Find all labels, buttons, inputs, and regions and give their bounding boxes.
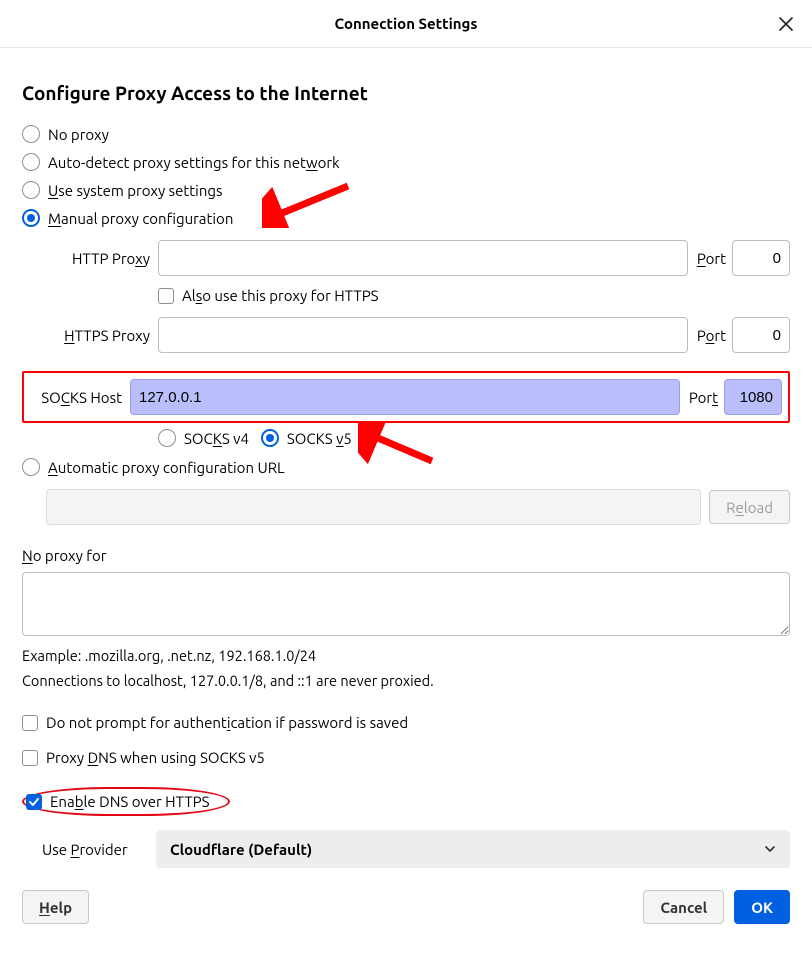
connection-settings-dialog: Connection Settings Configure Proxy Acce… <box>0 0 812 954</box>
example-text: Example: .mozilla.org, .net.nz, 192.168.… <box>22 647 790 664</box>
http-proxy-host-input[interactable] <box>158 240 688 276</box>
checkbox-no-prompt[interactable]: Do not prompt for authentication if pass… <box>22 709 790 736</box>
auto-url-input[interactable] <box>46 489 701 525</box>
note-text: Connections to localhost, 127.0.0.1/8, a… <box>22 672 790 689</box>
radio-auto-url[interactable]: Automatic proxy configuration URL <box>22 453 790 481</box>
radio-label: SOCKS v5 <box>287 430 352 447</box>
https-proxy-port-input[interactable] <box>732 317 790 353</box>
socks-host-highlight: SOCKS Host Port <box>22 371 790 423</box>
radio-socks-v5[interactable]: SOCKS v5 <box>261 429 352 447</box>
https-proxy-label: HTTPS Proxy <box>46 327 158 344</box>
no-proxy-for-label: No proxy for <box>22 547 790 564</box>
socks-version-row: SOCKS v4 SOCKS v5 <box>158 423 790 447</box>
http-proxy-port-input[interactable] <box>732 240 790 276</box>
https-port-label: Port <box>688 327 732 344</box>
radio-icon <box>22 209 40 227</box>
dialog-footer: Help Cancel OK <box>0 868 812 954</box>
checkbox-icon <box>26 794 42 810</box>
cancel-button[interactable]: Cancel <box>643 890 724 924</box>
doh-highlight: Enable DNS over HTTPS <box>22 787 230 816</box>
chevron-down-icon <box>764 843 776 855</box>
checkbox-enable-doh[interactable]: Enable DNS over HTTPS <box>26 791 210 812</box>
radio-icon <box>261 429 279 447</box>
radio-icon <box>158 429 176 447</box>
provider-row: Use Provider Cloudflare (Default) <box>42 830 790 868</box>
help-button[interactable]: Help <box>22 890 89 924</box>
radio-no-proxy[interactable]: No proxy <box>22 120 790 148</box>
http-port-label: Port <box>688 250 732 267</box>
auto-url-row: Reload <box>22 489 790 525</box>
radio-label: Automatic proxy configuration URL <box>48 459 285 476</box>
radio-manual[interactable]: Manual proxy configuration <box>22 204 790 232</box>
socks-host-input[interactable] <box>130 379 680 415</box>
dialog-title: Connection Settings <box>335 15 478 32</box>
socks-host-row: SOCKS Host Port <box>30 379 782 415</box>
no-proxy-for-input[interactable] <box>22 572 790 636</box>
radio-label: SOCKS v4 <box>184 430 249 447</box>
radio-auto-detect[interactable]: Auto-detect proxy settings for this netw… <box>22 148 790 176</box>
provider-value: Cloudflare (Default) <box>170 841 312 858</box>
radio-label: Auto-detect proxy settings for this netw… <box>48 154 340 171</box>
radio-icon <box>22 153 40 171</box>
checkbox-label: Proxy DNS when using SOCKS v5 <box>46 749 265 766</box>
http-proxy-label: HTTP Proxy <box>46 250 158 267</box>
dialog-content: Configure Proxy Access to the Internet N… <box>0 48 812 868</box>
socks-port-input[interactable] <box>724 379 782 415</box>
radio-icon <box>22 125 40 143</box>
reload-button[interactable]: Reload <box>709 490 790 524</box>
radio-socks-v4[interactable]: SOCKS v4 <box>158 429 249 447</box>
also-use-https-checkbox[interactable]: Also use this proxy for HTTPS <box>158 282 790 309</box>
checkbox-icon <box>22 715 38 731</box>
checkbox-icon <box>22 750 38 766</box>
provider-label: Use Provider <box>42 841 156 858</box>
title-bar: Connection Settings <box>0 0 812 48</box>
ok-button[interactable]: OK <box>734 890 790 924</box>
radio-use-system[interactable]: Use system proxy settings <box>22 176 790 204</box>
checkbox-proxy-dns[interactable]: Proxy DNS when using SOCKS v5 <box>22 744 790 771</box>
provider-select[interactable]: Cloudflare (Default) <box>156 830 790 868</box>
radio-label: Use system proxy settings <box>48 182 223 199</box>
https-proxy-row: HTTPS Proxy Port <box>22 317 790 353</box>
section-heading: Configure Proxy Access to the Internet <box>22 82 790 104</box>
radio-icon <box>22 458 40 476</box>
socks-host-label: SOCKS Host <box>30 389 130 406</box>
checkbox-icon <box>158 288 174 304</box>
https-proxy-host-input[interactable] <box>158 317 688 353</box>
checkbox-label: Enable DNS over HTTPS <box>50 793 210 810</box>
radio-label: Manual proxy configuration <box>48 210 233 227</box>
checkbox-label: Also use this proxy for HTTPS <box>182 287 379 304</box>
radio-icon <box>22 181 40 199</box>
radio-label: No proxy <box>48 126 109 143</box>
close-icon[interactable] <box>774 12 798 36</box>
http-proxy-row: HTTP Proxy Port <box>22 240 790 276</box>
checkbox-label: Do not prompt for authentication if pass… <box>46 714 408 731</box>
socks-port-label: Port <box>680 389 724 406</box>
